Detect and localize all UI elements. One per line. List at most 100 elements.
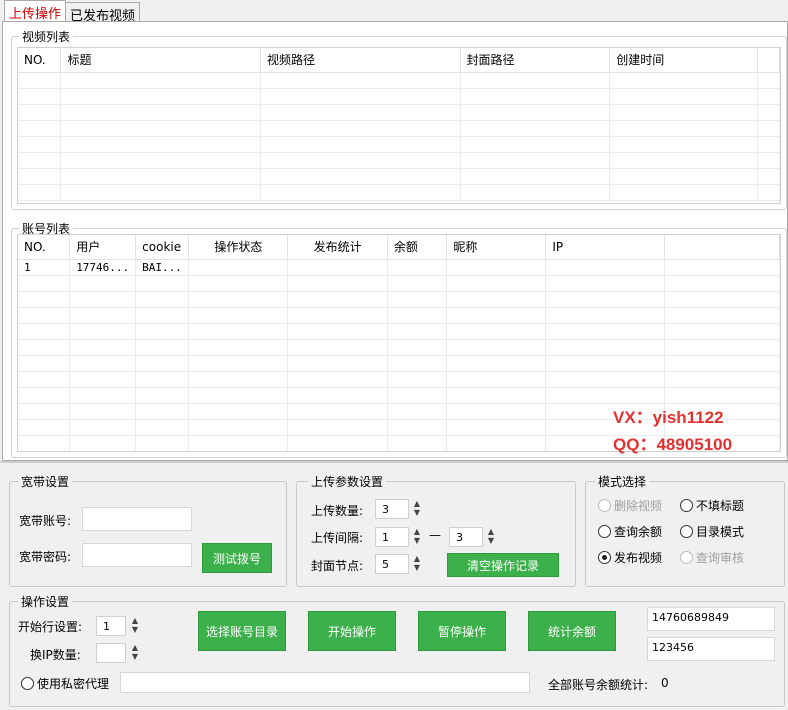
mode-option-radio[interactable]: 发布视频 (598, 549, 662, 566)
table-cell (135, 387, 190, 404)
table-cell (664, 259, 780, 276)
table-cell (460, 136, 611, 153)
table-row[interactable] (18, 184, 780, 201)
table-cell (446, 291, 547, 308)
start-row-spinner[interactable]: ▲ ▼ (129, 616, 141, 636)
broadband-password-label: 宽带密码: (19, 550, 72, 564)
mode-option-radio[interactable]: 查询余额 (598, 523, 662, 540)
table-row[interactable] (18, 371, 780, 388)
table-cell (664, 339, 780, 356)
table-cell (757, 72, 780, 89)
cover-node-spinner[interactable]: ▲ ▼ (411, 554, 423, 574)
broadband-title: 宽带设置 (18, 473, 73, 490)
table-row[interactable] (18, 339, 780, 356)
stats-balance-button[interactable]: 统计余额 (528, 611, 616, 651)
table-row[interactable] (18, 136, 780, 153)
table-cell (135, 307, 190, 324)
table-cell (287, 435, 388, 451)
upload-count-spinner[interactable]: ▲ ▼ (411, 499, 423, 519)
start-row-input[interactable]: 1 (96, 616, 126, 636)
mode-option-radio[interactable]: 不填标题 (680, 497, 744, 514)
mode-option-radio[interactable]: 目录模式 (680, 523, 744, 540)
table-cell (69, 291, 137, 308)
table-cell (135, 291, 190, 308)
table-row[interactable] (18, 387, 780, 404)
password-field[interactable]: 123456 (647, 637, 775, 661)
table-row[interactable] (18, 307, 780, 324)
proxy-input[interactable] (120, 672, 530, 693)
table-cell (188, 419, 289, 436)
table-cell (287, 355, 388, 372)
table-row[interactable] (18, 88, 780, 105)
pause-button[interactable]: 暂停操作 (418, 611, 506, 651)
table-cell (757, 168, 780, 185)
upload-count-input[interactable]: 3 (375, 499, 409, 519)
mode-title: 模式选择 (595, 473, 650, 490)
table-cell (609, 104, 758, 121)
account-col-header[interactable]: 用户 (69, 235, 137, 260)
table-cell (664, 371, 780, 388)
account-col-header[interactable]: cookie (135, 235, 190, 260)
video-col-header[interactable]: 视频路径 (260, 48, 461, 73)
table-cell (387, 403, 448, 420)
ip-count-spinner[interactable]: ▲ ▼ (129, 643, 141, 663)
table-cell (545, 355, 665, 372)
table-cell (260, 120, 461, 137)
broadband-password-input[interactable] (82, 543, 192, 567)
table-row[interactable] (18, 291, 780, 308)
radio-circle (598, 525, 611, 538)
tab-published-videos[interactable]: 已发布视频 (65, 2, 141, 24)
table-cell (135, 403, 190, 420)
video-col-header[interactable]: 创建时间 (609, 48, 758, 73)
account-field[interactable]: 14760689849 (647, 607, 775, 631)
upload-interval-to-spinner[interactable]: ▲ ▼ (485, 527, 497, 547)
table-row[interactable] (18, 120, 780, 137)
start-button[interactable]: 开始操作 (308, 611, 396, 651)
table-cell (460, 152, 611, 169)
table-cell (135, 419, 190, 436)
upload-interval-from-spinner[interactable]: ▲ ▼ (411, 527, 423, 547)
table-row[interactable] (18, 168, 780, 185)
video-col-header[interactable]: NO. (18, 48, 62, 73)
radio-circle (680, 551, 693, 564)
table-cell: 1 (18, 259, 71, 276)
tab-upload[interactable]: 上传操作 (4, 0, 67, 22)
table-cell (387, 419, 448, 436)
table-cell (387, 435, 448, 451)
cover-node-value: 5 (382, 558, 389, 571)
select-account-dir-button[interactable]: 选择账号目录 (198, 611, 286, 651)
video-col-header[interactable]: 标题 (60, 48, 261, 73)
table-row[interactable] (18, 323, 780, 340)
account-col-header[interactable]: 昵称 (446, 235, 547, 260)
account-col-header[interactable]: 操作状态 (188, 235, 289, 260)
test-dial-button[interactable]: 测试拨号 (202, 543, 272, 573)
radio-circle (680, 499, 693, 512)
cover-node-input[interactable]: 5 (375, 554, 409, 574)
private-proxy-radio[interactable]: 使用私密代理 (21, 675, 109, 692)
table-cell (287, 307, 388, 324)
table-row[interactable] (18, 72, 780, 89)
upload-interval-to-input[interactable]: 3 (449, 527, 483, 547)
table-cell (446, 307, 547, 324)
table-cell (757, 88, 780, 105)
table-cell (664, 323, 780, 340)
table-row[interactable] (18, 275, 780, 292)
account-col-header[interactable]: 发布统计 (287, 235, 388, 260)
mode-option-label: 发布视频 (614, 551, 663, 565)
table-cell (387, 371, 448, 388)
table-row[interactable] (18, 104, 780, 121)
table-cell (188, 435, 289, 451)
upload-interval-from-input[interactable]: 1 (375, 527, 409, 547)
table-row[interactable] (18, 152, 780, 169)
table-row[interactable]: 1 17746... BAI... (18, 259, 780, 276)
table-row[interactable] (18, 355, 780, 372)
private-proxy-label: 使用私密代理 (37, 677, 110, 691)
account-col-header[interactable]: NO. (18, 235, 71, 260)
video-col-header[interactable]: 封面路径 (460, 48, 611, 73)
broadband-account-input[interactable] (82, 507, 192, 531)
account-col-header[interactable]: 余额 (387, 235, 448, 260)
video-list-grid[interactable]: NO. 标题 视频路径 封面路径 创建时间 (17, 47, 781, 204)
account-col-header[interactable]: IP (545, 235, 665, 260)
clear-records-button[interactable]: 清空操作记录 (447, 553, 559, 577)
ip-count-input[interactable] (96, 643, 126, 663)
